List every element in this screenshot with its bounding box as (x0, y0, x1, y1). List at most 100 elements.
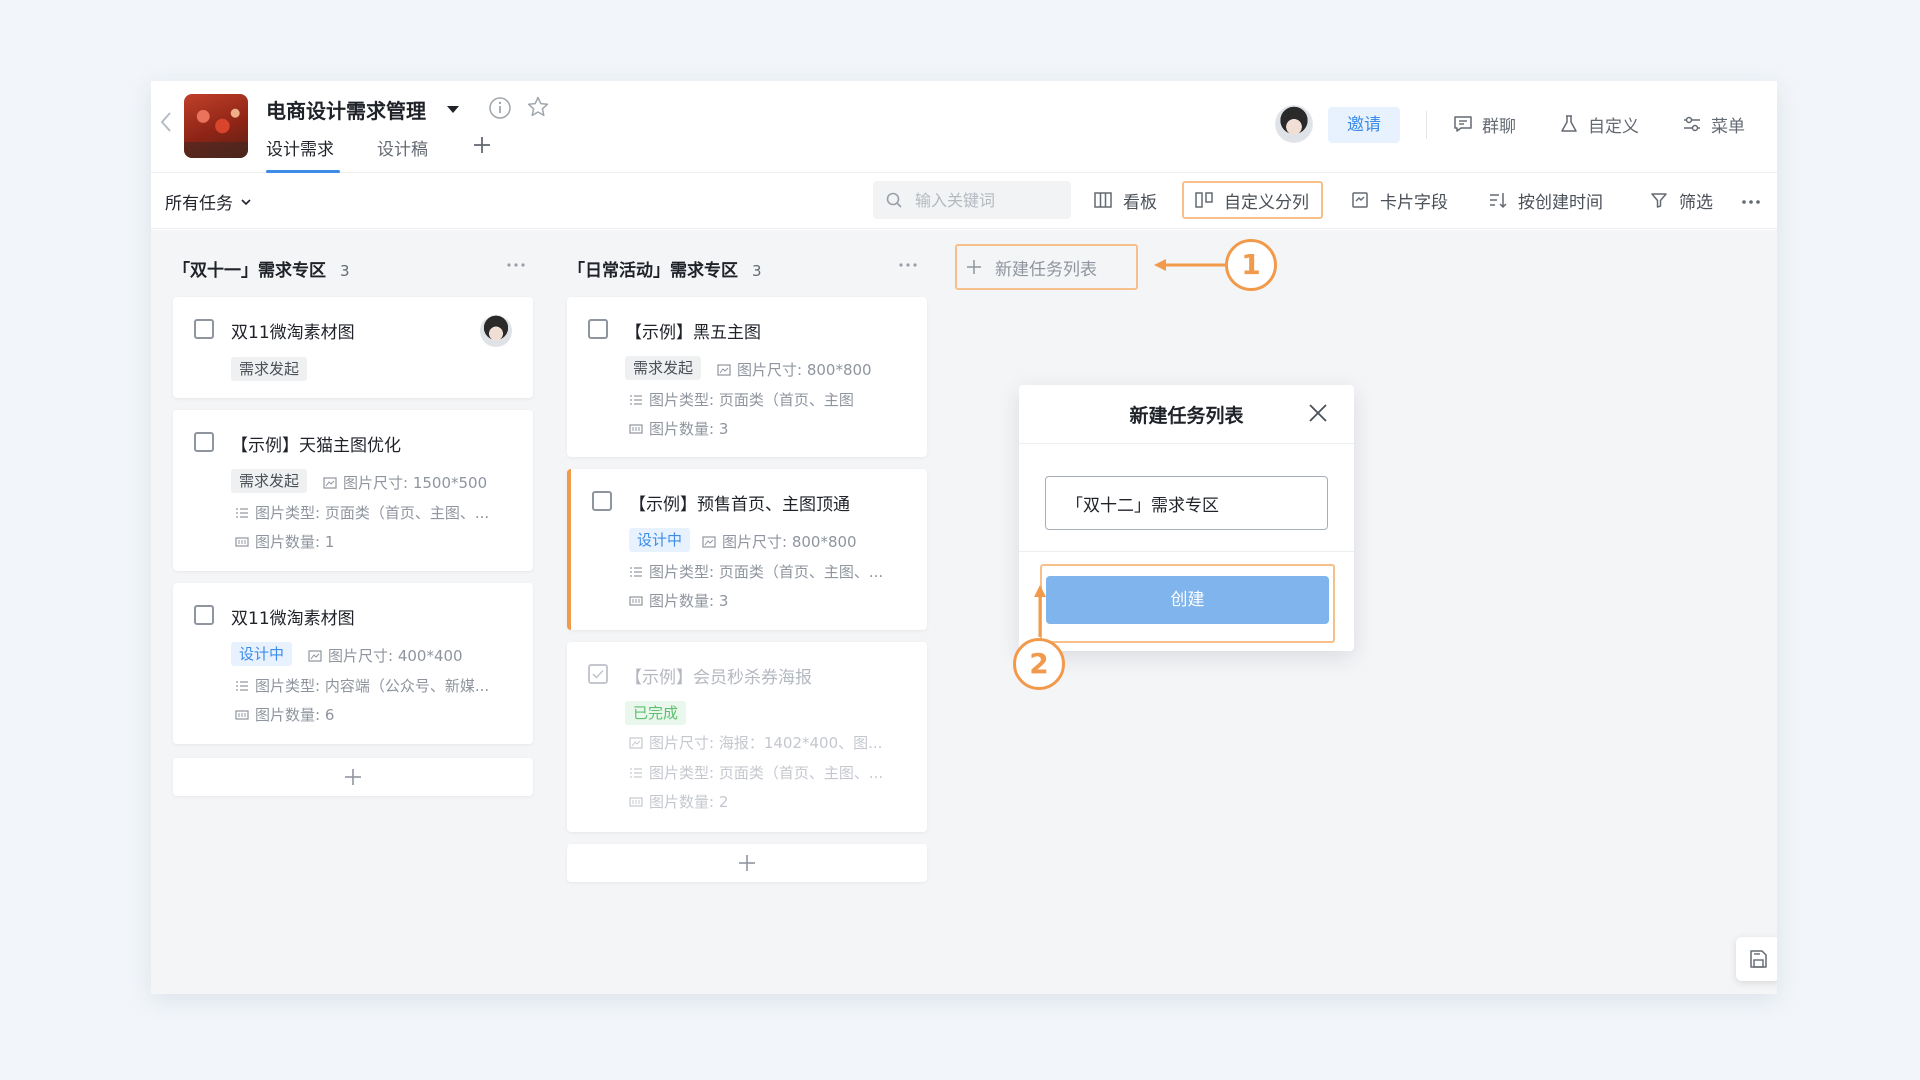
project-title[interactable]: 电商设计需求管理 (266, 95, 426, 124)
image-type-field: 图片类型: 页面类（首页、主图、... (629, 762, 919, 783)
board-view-button[interactable]: 看板 (1093, 181, 1157, 219)
image-type-text: 图片类型: 页面类（首页、主图、... (255, 504, 490, 522)
task-checkbox[interactable] (194, 605, 214, 625)
assignee-avatar[interactable] (480, 315, 512, 347)
card-field-icon (1352, 192, 1368, 208)
status-tag: 设计中 (231, 642, 293, 666)
image-count-field: 图片数量: 2 (629, 791, 919, 812)
tab-design-drafts[interactable]: 设计稿 (377, 135, 428, 160)
menu-label: 菜单 (1711, 116, 1745, 137)
image-type-text: 图片类型: 内容端（公众号、新媒... (255, 677, 490, 695)
search-box[interactable] (873, 181, 1071, 219)
image-size-field: 图片尺寸: 800*800 (717, 359, 917, 380)
image-count-text: 图片数量: 6 (255, 706, 335, 724)
plus-icon (739, 855, 755, 871)
caret-down-icon[interactable] (446, 102, 460, 116)
status-tag: 设计中 (629, 528, 691, 552)
customize-button[interactable]: 自定义 (1558, 111, 1639, 137)
status-tag: 需求发起 (625, 356, 702, 380)
board-icon (1094, 192, 1112, 208)
chat-icon (1454, 116, 1472, 132)
invite-button[interactable]: 邀请 (1328, 107, 1400, 143)
task-card[interactable]: 【示例】黑五主图 需求发起 图片尺寸: 800*800 图片类型: 页面类（首页… (567, 297, 927, 457)
column-title-text: 「双十一」需求专区 (173, 261, 326, 281)
annotation-step-2: 2 (1013, 638, 1065, 690)
popup-divider (1019, 551, 1354, 552)
add-tab-plus-icon[interactable] (471, 134, 493, 156)
star-icon[interactable] (526, 95, 550, 119)
task-filter-dropdown[interactable]: 所有任务 (165, 189, 253, 214)
save-view-button[interactable] (1736, 937, 1777, 981)
task-title: 【示例】天猫主图优化 (231, 436, 401, 456)
custom-columns-button[interactable]: 自定义分列 (1182, 181, 1323, 219)
task-title: 双11微淘素材图 (231, 323, 355, 343)
column-more-icon[interactable] (505, 254, 527, 276)
image-size-field: 图片尺寸: 1500*500 (323, 472, 523, 493)
new-task-list-button[interactable]: 新建任务列表 (955, 244, 1138, 290)
card-fields-button[interactable]: 卡片字段 (1350, 181, 1448, 219)
image-icon (629, 736, 643, 749)
task-checkbox-checked[interactable] (588, 664, 608, 684)
header-divider (1426, 111, 1427, 139)
task-checkbox[interactable] (588, 319, 608, 339)
flask-icon (1561, 115, 1577, 132)
group-chat-button[interactable]: 群聊 (1452, 111, 1516, 137)
add-task-button[interactable] (567, 844, 927, 882)
image-type-field: 图片类型: 内容端（公众号、新媒... (235, 675, 525, 696)
sort-icon (1490, 193, 1507, 209)
task-card-completed[interactable]: 【示例】会员秒杀券海报 已完成 图片尺寸: 海报：1402*400、图... 图… (567, 642, 927, 832)
sort-by-created-button[interactable]: 按创建时间 (1488, 181, 1603, 219)
image-count-field: 图片数量: 3 (629, 418, 919, 439)
app-window: 电商设计需求管理 设计需求 设计稿 邀请 群聊 自定义 菜单 所有任务 输入关键… (151, 81, 1777, 994)
image-count-text: 图片数量: 2 (649, 793, 729, 811)
image-type-text: 图片类型: 页面类（首页、主图 (649, 391, 854, 409)
status-tag: 需求发起 (231, 357, 308, 381)
task-title: 【示例】会员秒杀券海报 (625, 668, 812, 688)
menu-button[interactable]: 菜单 (1681, 111, 1745, 137)
info-icon[interactable] (488, 96, 512, 120)
search-input[interactable] (915, 190, 1055, 210)
task-checkbox[interactable] (592, 491, 612, 511)
add-task-button[interactable] (173, 758, 533, 796)
image-size-text: 图片尺寸: 800*800 (737, 361, 872, 379)
list-name-input[interactable] (1045, 476, 1328, 530)
group-chat-label: 群聊 (1482, 116, 1516, 137)
column-title[interactable]: 「日常活动」需求专区 3 (568, 256, 762, 281)
task-checkbox[interactable] (194, 432, 214, 452)
back-chevron-icon[interactable] (159, 111, 173, 133)
image-icon (702, 535, 716, 548)
status-tag: 已完成 (625, 701, 687, 725)
column-more-icon[interactable] (897, 254, 919, 276)
image-count-field: 图片数量: 1 (235, 531, 525, 552)
status-tag: 需求发起 (231, 469, 308, 493)
task-card[interactable]: 双11微淘素材图 需求发起 (173, 297, 533, 398)
task-card[interactable]: 双11微淘素材图 设计中 图片尺寸: 400*400 图片类型: 内容端（公众号… (173, 583, 533, 744)
number-icon (235, 536, 249, 547)
chevron-down-icon (241, 198, 251, 205)
task-checkbox[interactable] (194, 319, 214, 339)
menu-sliders-icon (1684, 116, 1700, 132)
close-icon[interactable] (1305, 400, 1331, 426)
new-task-list-label: 新建任务列表 (995, 259, 1097, 280)
plus-icon (345, 769, 361, 785)
number-icon (235, 709, 249, 720)
task-card-selected[interactable]: 【示例】预售首页、主图顶通 设计中 图片尺寸: 800*800 图片类型: 页面… (567, 469, 927, 630)
number-icon (629, 595, 643, 606)
image-type-text: 图片类型: 页面类（首页、主图、... (649, 563, 884, 581)
filter-icon (1651, 193, 1667, 208)
more-options-icon[interactable] (1740, 191, 1762, 213)
card-fields-label: 卡片字段 (1380, 192, 1448, 213)
column-title[interactable]: 「双十一」需求专区 3 (173, 256, 350, 281)
number-icon (629, 423, 643, 434)
image-size-text: 图片尺寸: 800*800 (722, 533, 857, 551)
tab-design-requests[interactable]: 设计需求 (266, 135, 334, 160)
filter-button[interactable]: 筛选 (1649, 181, 1713, 219)
image-size-field: 图片尺寸: 海报：1402*400、图... (629, 732, 919, 753)
customize-label: 自定义 (1588, 116, 1639, 137)
task-title: 双11微淘素材图 (231, 609, 355, 629)
create-button[interactable]: 创建 (1046, 576, 1329, 624)
task-card[interactable]: 【示例】天猫主图优化 需求发起 图片尺寸: 1500*500 图片类型: 页面类… (173, 410, 533, 571)
board-view-label: 看板 (1123, 192, 1157, 213)
user-avatar[interactable] (1275, 105, 1313, 143)
new-task-list-popup: 新建任务列表 创建 (1019, 385, 1354, 651)
